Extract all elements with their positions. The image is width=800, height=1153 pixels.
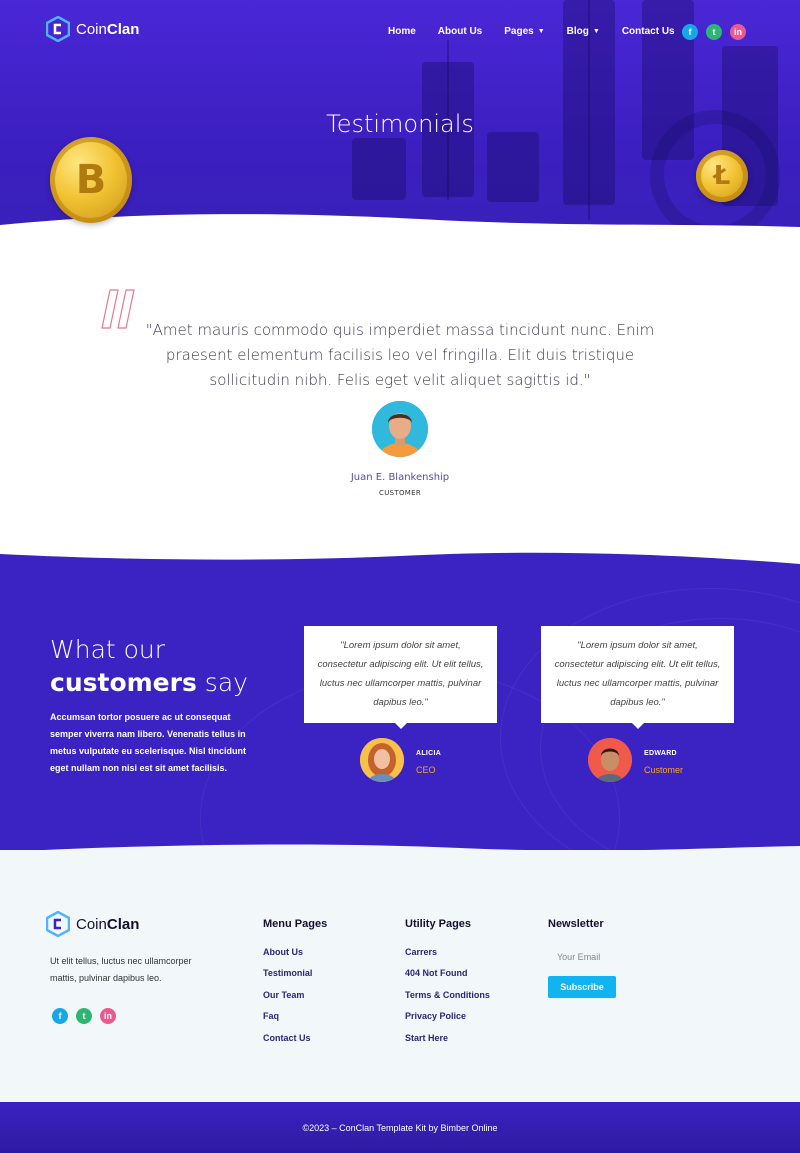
- menu-pages-title: Menu Pages: [263, 918, 328, 930]
- footer-link-privacy[interactable]: Privacy Police: [405, 1011, 490, 1022]
- bitcoin-coin-icon: B: [50, 137, 132, 223]
- chevron-down-icon: ▼: [592, 28, 600, 35]
- quote-mark-icon: [101, 289, 135, 329]
- footer-link-terms[interactable]: Terms & Conditions: [405, 990, 490, 1001]
- testimonial-author-role: CUSTOMER: [379, 489, 421, 497]
- utility-pages-title: Utility Pages: [405, 918, 472, 930]
- twitter-icon[interactable]: t: [706, 24, 722, 40]
- nav-home[interactable]: Home: [388, 26, 416, 37]
- menu-pages-list: About Us Testimonial Our Team Faq Contac…: [263, 947, 312, 1044]
- footer-link-carrers[interactable]: Carrers: [405, 947, 490, 958]
- logo-text: CoinClan: [76, 915, 140, 933]
- nav-blog[interactable]: Blog ▼: [567, 26, 600, 37]
- chevron-down-icon: ▼: [537, 28, 545, 35]
- alicia-avatar: [360, 738, 404, 782]
- testimonial-quote: "Amet mauris commodo quis imperdiet mass…: [145, 321, 655, 389]
- speech-bubble-tail: [631, 723, 644, 729]
- testimonial-card: "Lorem ipsum dolor sit amet, consectetur…: [304, 626, 497, 729]
- footer-link-contact-us[interactable]: Contact Us: [263, 1033, 312, 1044]
- copyright-text: ©2023 – ConClan Template Kit by Bimber O…: [302, 1122, 498, 1133]
- nav-contact-us[interactable]: Contact Us: [622, 26, 675, 37]
- footer-link-about-us[interactable]: About Us: [263, 947, 312, 958]
- facebook-icon[interactable]: f: [52, 1008, 68, 1024]
- card-author-name: ALICIA: [416, 750, 442, 757]
- linkedin-icon[interactable]: in: [100, 1008, 116, 1024]
- customers-heading: What our customers say: [50, 635, 248, 697]
- footer-link-faq[interactable]: Faq: [263, 1011, 312, 1022]
- footer-logo[interactable]: CoinClan: [46, 911, 139, 937]
- header-social-links: f t in: [682, 24, 746, 40]
- person-avatar-icon: [360, 738, 404, 782]
- header-logo[interactable]: CoinClan: [46, 16, 139, 42]
- footer-link-404[interactable]: 404 Not Found: [405, 968, 490, 979]
- nav-pages[interactable]: Pages ▼: [504, 26, 544, 37]
- testimonial-avatar: [372, 401, 428, 457]
- card-author-name: EDWARD: [644, 750, 677, 757]
- facebook-icon[interactable]: f: [682, 24, 698, 40]
- candle-bar-decoration: [352, 138, 406, 200]
- subscribe-button[interactable]: Subscribe: [548, 976, 616, 998]
- footer-social-links: f t in: [52, 1008, 116, 1024]
- main-navigation: Home About Us Pages ▼ Blog ▼ Contact Us: [388, 26, 675, 37]
- testimonial-card: "Lorem ipsum dolor sit amet, consectetur…: [541, 626, 734, 729]
- person-avatar-icon: [588, 738, 632, 782]
- hexagon-logo-icon: [46, 16, 70, 42]
- card-author-role: Customer: [644, 765, 684, 775]
- footer-description: Ut elit tellus, luctus nec ullamcorper m…: [50, 956, 192, 983]
- edward-avatar: [588, 738, 632, 782]
- page-title: Testimonials: [326, 110, 474, 138]
- copyright-bar: ©2023 – ConClan Template Kit by Bimber O…: [0, 1102, 800, 1153]
- hero-wave-divider: [0, 214, 800, 245]
- utility-pages-list: Carrers 404 Not Found Terms & Conditions…: [405, 947, 490, 1044]
- person-avatar-icon: [372, 401, 428, 457]
- logo-text: CoinClan: [76, 20, 140, 38]
- candle-bar-decoration: [487, 132, 539, 202]
- newsletter-title: Newsletter: [548, 918, 604, 930]
- twitter-icon[interactable]: t: [76, 1008, 92, 1024]
- newsletter-email-input[interactable]: [548, 946, 668, 968]
- footer-link-our-team[interactable]: Our Team: [263, 990, 312, 1001]
- top-wave-divider: [0, 548, 800, 564]
- footer-link-testimonial[interactable]: Testimonial: [263, 968, 312, 979]
- testimonial-author-name: Juan E. Blankenship: [350, 472, 450, 483]
- nav-about-us[interactable]: About Us: [438, 26, 482, 37]
- card-author-role: CEO: [416, 765, 436, 775]
- hexagon-logo-icon: [46, 911, 70, 937]
- customers-description: Accumsan tortor posuere ac ut consequat …: [50, 712, 247, 773]
- speech-bubble-tail: [394, 723, 407, 729]
- footer-link-start-here[interactable]: Start Here: [405, 1033, 490, 1044]
- linkedin-icon[interactable]: in: [730, 24, 746, 40]
- litecoin-coin-icon: Ł: [696, 150, 748, 202]
